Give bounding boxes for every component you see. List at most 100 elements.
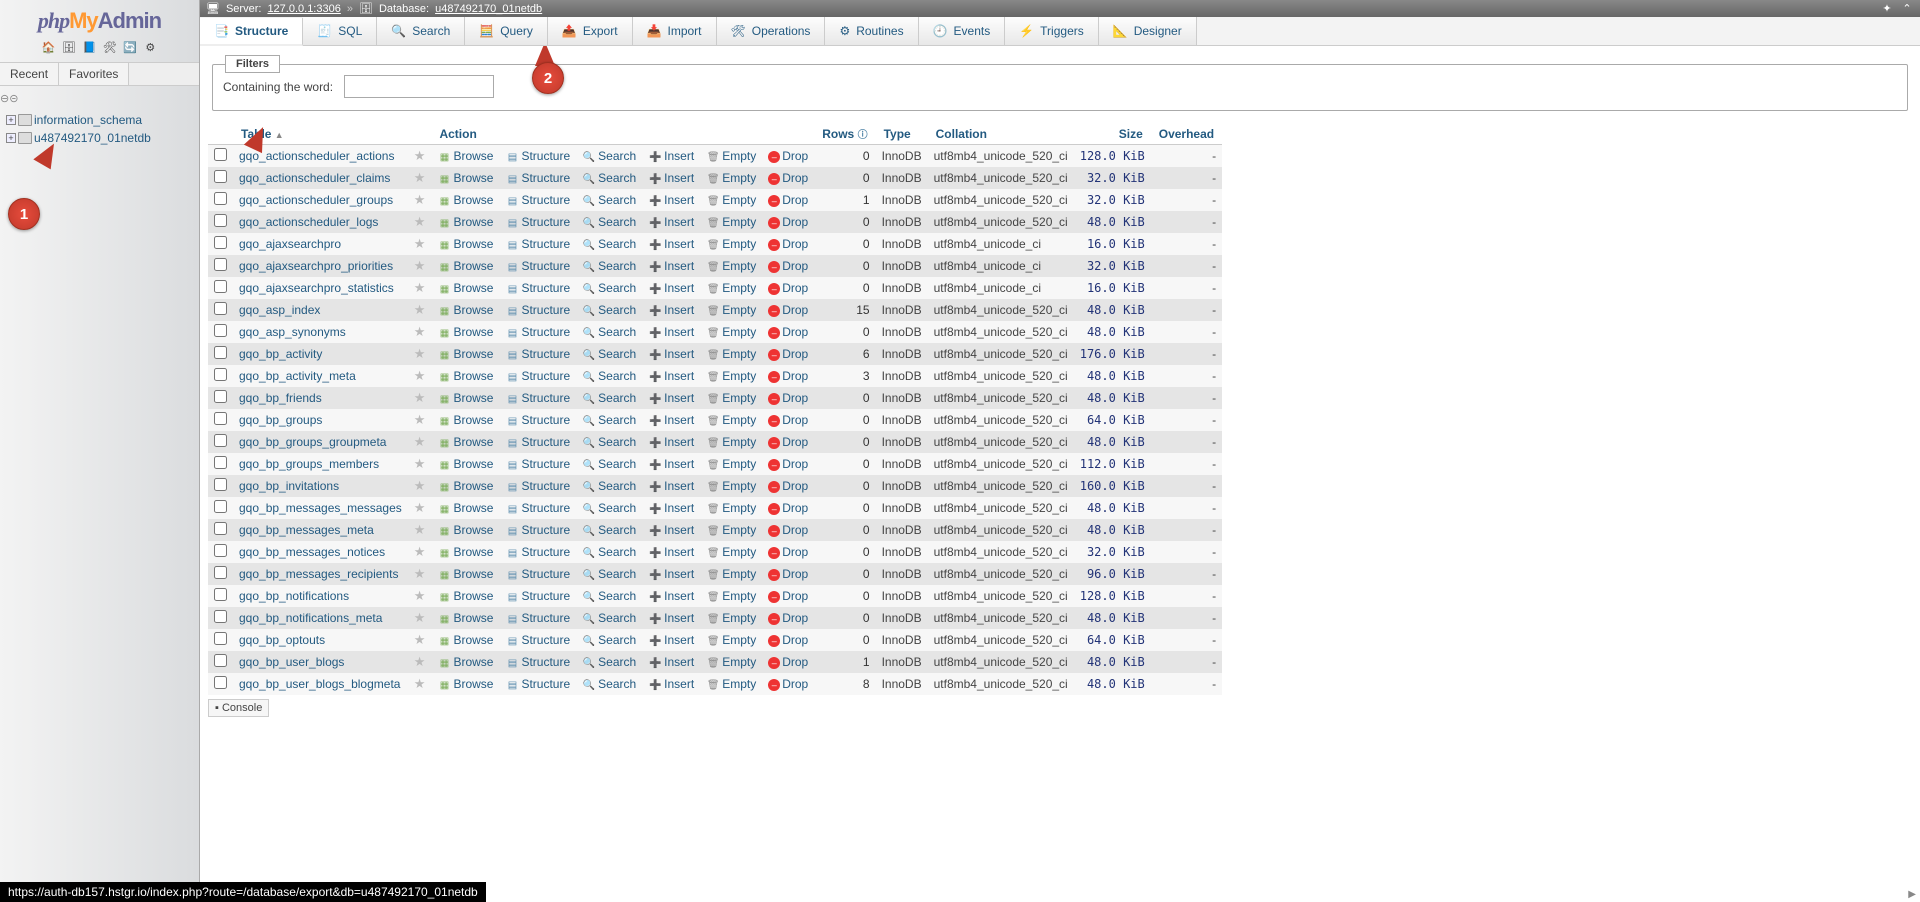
- structure-action[interactable]: ▤Structure: [505, 215, 570, 229]
- table-name-link[interactable]: gqo_bp_messages_meta: [239, 523, 374, 537]
- search-action[interactable]: 🔍Search: [582, 479, 636, 493]
- empty-action[interactable]: 🗑Empty: [706, 479, 756, 493]
- structure-action[interactable]: ▤Structure: [505, 193, 570, 207]
- insert-action[interactable]: ➕Insert: [648, 303, 694, 317]
- drop-action[interactable]: –Drop: [768, 171, 808, 185]
- structure-action[interactable]: ▤Structure: [505, 457, 570, 471]
- search-action[interactable]: 🔍Search: [582, 215, 636, 229]
- browse-action[interactable]: ▦Browse: [437, 215, 493, 229]
- row-checkbox[interactable]: [214, 632, 227, 645]
- empty-action[interactable]: 🗑Empty: [706, 633, 756, 647]
- insert-action[interactable]: ➕Insert: [648, 369, 694, 383]
- browse-action[interactable]: ▦Browse: [437, 633, 493, 647]
- drop-action[interactable]: –Drop: [768, 457, 808, 471]
- structure-action[interactable]: ▤Structure: [505, 369, 570, 383]
- drop-action[interactable]: –Drop: [768, 369, 808, 383]
- structure-action[interactable]: ▤Structure: [505, 677, 570, 691]
- logout-icon[interactable]: 🗄: [61, 41, 76, 56]
- drop-action[interactable]: –Drop: [768, 215, 808, 229]
- row-checkbox[interactable]: [214, 258, 227, 271]
- table-name-link[interactable]: gqo_bp_groups_groupmeta: [239, 435, 386, 449]
- structure-action[interactable]: ▤Structure: [505, 523, 570, 537]
- insert-action[interactable]: ➕Insert: [648, 325, 694, 339]
- browse-action[interactable]: ▦Browse: [437, 457, 493, 471]
- row-checkbox[interactable]: [214, 676, 227, 689]
- tab-export[interactable]: 📤Export: [548, 17, 633, 45]
- favorite-star-icon[interactable]: ★: [414, 324, 426, 339]
- table-name-link[interactable]: gqo_bp_activity: [239, 347, 322, 361]
- structure-action[interactable]: ▤Structure: [505, 237, 570, 251]
- insert-action[interactable]: ➕Insert: [648, 589, 694, 603]
- structure-action[interactable]: ▤Structure: [505, 149, 570, 163]
- scroll-right-icon[interactable]: ▶: [1908, 889, 1916, 900]
- search-action[interactable]: 🔍Search: [582, 369, 636, 383]
- drop-action[interactable]: –Drop: [768, 501, 808, 515]
- favorite-star-icon[interactable]: ★: [414, 192, 426, 207]
- empty-action[interactable]: 🗑Empty: [706, 259, 756, 273]
- search-action[interactable]: 🔍Search: [582, 171, 636, 185]
- browse-action[interactable]: ▦Browse: [437, 391, 493, 405]
- logo[interactable]: phpMyAdmin: [0, 0, 199, 38]
- table-name-link[interactable]: gqo_bp_user_blogs: [239, 655, 344, 669]
- drop-action[interactable]: –Drop: [768, 479, 808, 493]
- favorite-star-icon[interactable]: ★: [414, 258, 426, 273]
- col-collation[interactable]: Collation: [928, 123, 1074, 145]
- insert-action[interactable]: ➕Insert: [648, 391, 694, 405]
- drop-action[interactable]: –Drop: [768, 589, 808, 603]
- insert-action[interactable]: ➕Insert: [648, 215, 694, 229]
- browse-action[interactable]: ▦Browse: [437, 655, 493, 669]
- browse-action[interactable]: ▦Browse: [437, 325, 493, 339]
- row-checkbox[interactable]: [214, 170, 227, 183]
- empty-action[interactable]: 🗑Empty: [706, 325, 756, 339]
- drop-action[interactable]: –Drop: [768, 523, 808, 537]
- table-name-link[interactable]: gqo_bp_groups_members: [239, 457, 379, 471]
- table-name-link[interactable]: gqo_bp_activity_meta: [239, 369, 356, 383]
- favorite-star-icon[interactable]: ★: [414, 280, 426, 295]
- row-checkbox[interactable]: [214, 566, 227, 579]
- empty-action[interactable]: 🗑Empty: [706, 149, 756, 163]
- row-checkbox[interactable]: [214, 368, 227, 381]
- empty-action[interactable]: 🗑Empty: [706, 413, 756, 427]
- drop-action[interactable]: –Drop: [768, 325, 808, 339]
- row-checkbox[interactable]: [214, 192, 227, 205]
- tree-item-u487492170-01netdb[interactable]: + u487492170_01netdb: [4, 129, 195, 147]
- search-action[interactable]: 🔍Search: [582, 611, 636, 625]
- structure-action[interactable]: ▤Structure: [505, 611, 570, 625]
- row-checkbox[interactable]: [214, 148, 227, 161]
- browse-action[interactable]: ▦Browse: [437, 237, 493, 251]
- drop-action[interactable]: –Drop: [768, 435, 808, 449]
- favorite-star-icon[interactable]: ★: [414, 676, 426, 691]
- search-action[interactable]: 🔍Search: [582, 567, 636, 581]
- drop-action[interactable]: –Drop: [768, 611, 808, 625]
- drop-action[interactable]: –Drop: [768, 545, 808, 559]
- table-name-link[interactable]: gqo_bp_groups: [239, 413, 322, 427]
- structure-action[interactable]: ▤Structure: [505, 501, 570, 515]
- empty-action[interactable]: 🗑Empty: [706, 347, 756, 361]
- empty-action[interactable]: 🗑Empty: [706, 611, 756, 625]
- tab-routines[interactable]: ⚙Routines: [825, 17, 918, 45]
- browse-action[interactable]: ▦Browse: [437, 435, 493, 449]
- empty-action[interactable]: 🗑Empty: [706, 435, 756, 449]
- row-checkbox[interactable]: [214, 522, 227, 535]
- insert-action[interactable]: ➕Insert: [648, 633, 694, 647]
- search-action[interactable]: 🔍Search: [582, 347, 636, 361]
- row-checkbox[interactable]: [214, 500, 227, 513]
- search-action[interactable]: 🔍Search: [582, 259, 636, 273]
- structure-action[interactable]: ▤Structure: [505, 655, 570, 669]
- empty-action[interactable]: 🗑Empty: [706, 303, 756, 317]
- insert-action[interactable]: ➕Insert: [648, 567, 694, 581]
- tab-operations[interactable]: 🛠Operations: [717, 17, 826, 45]
- favorite-star-icon[interactable]: ★: [414, 588, 426, 603]
- insert-action[interactable]: ➕Insert: [648, 193, 694, 207]
- table-name-link[interactable]: gqo_bp_invitations: [239, 479, 339, 493]
- tab-structure[interactable]: 📑Structure: [200, 18, 303, 46]
- row-checkbox[interactable]: [214, 302, 227, 315]
- search-action[interactable]: 🔍Search: [582, 633, 636, 647]
- tab-favorites[interactable]: Favorites: [59, 63, 129, 85]
- tab-sql[interactable]: 🧾SQL: [303, 17, 377, 45]
- expand-icon[interactable]: +: [6, 133, 16, 143]
- favorite-star-icon[interactable]: ★: [414, 566, 426, 581]
- empty-action[interactable]: 🗑Empty: [706, 501, 756, 515]
- search-action[interactable]: 🔍Search: [582, 413, 636, 427]
- row-checkbox[interactable]: [214, 324, 227, 337]
